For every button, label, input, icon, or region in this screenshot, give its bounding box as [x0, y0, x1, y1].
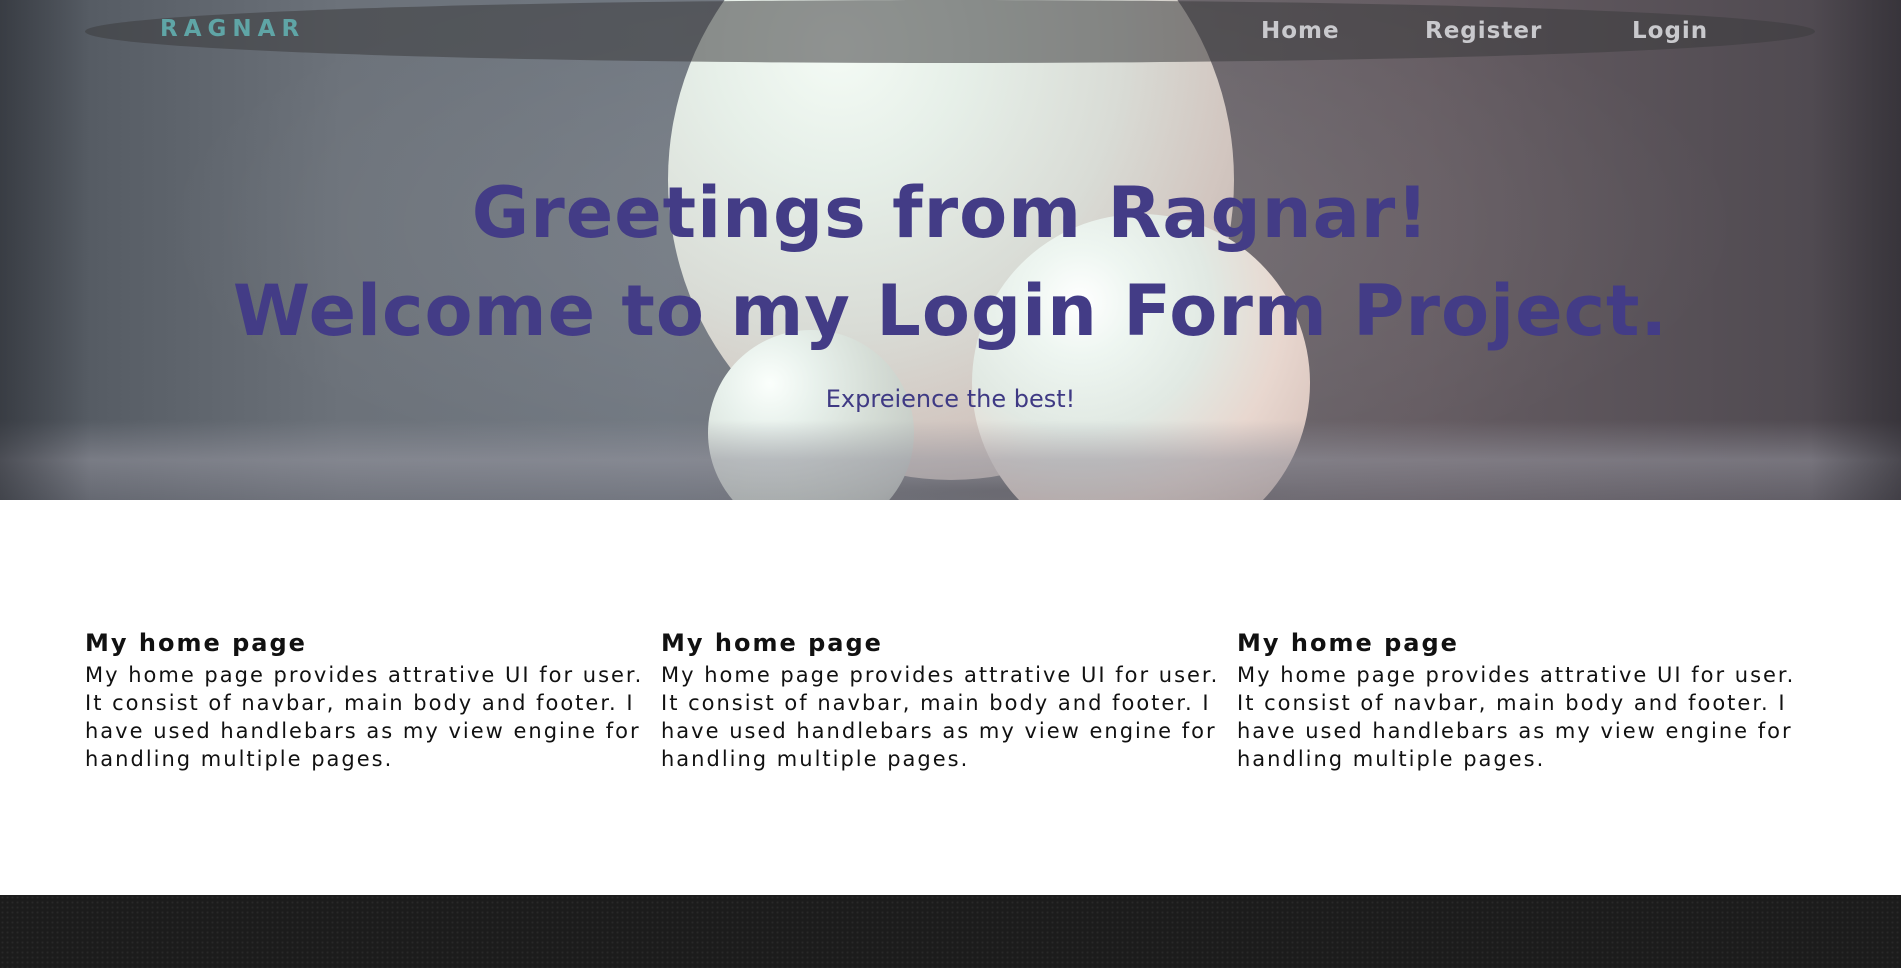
navbar	[85, 0, 1815, 63]
hero-floor	[0, 420, 1901, 500]
nav-link-register[interactable]: Register	[1425, 18, 1542, 44]
feature-title: My home page	[85, 629, 307, 657]
hero-banner: RAGNAR Home Register Login Greetings fro…	[0, 0, 1901, 500]
hero-welcome: Welcome to my Login Form Project.	[232, 270, 1669, 352]
brand-logo[interactable]: RAGNAR	[160, 16, 305, 42]
hero-greeting: Greetings from Ragnar!	[471, 172, 1430, 254]
page: RAGNAR Home Register Login Greetings fro…	[0, 0, 1901, 968]
footer	[0, 895, 1901, 968]
feature-column-3: My home page My home page provides attra…	[1237, 628, 1817, 773]
feature-title: My home page	[661, 629, 883, 657]
feature-column-1: My home page My home page provides attra…	[85, 628, 665, 773]
feature-description: My home page provides attrative UI for u…	[85, 663, 644, 771]
feature-title: My home page	[1237, 629, 1459, 657]
feature-description: My home page provides attrative UI for u…	[661, 663, 1220, 771]
hero-tagline: Expreience the best!	[825, 385, 1076, 413]
feature-description: My home page provides attrative UI for u…	[1237, 663, 1796, 771]
nav-link-login[interactable]: Login	[1632, 18, 1708, 44]
nav-link-home[interactable]: Home	[1261, 18, 1340, 44]
feature-column-2: My home page My home page provides attra…	[661, 628, 1241, 773]
